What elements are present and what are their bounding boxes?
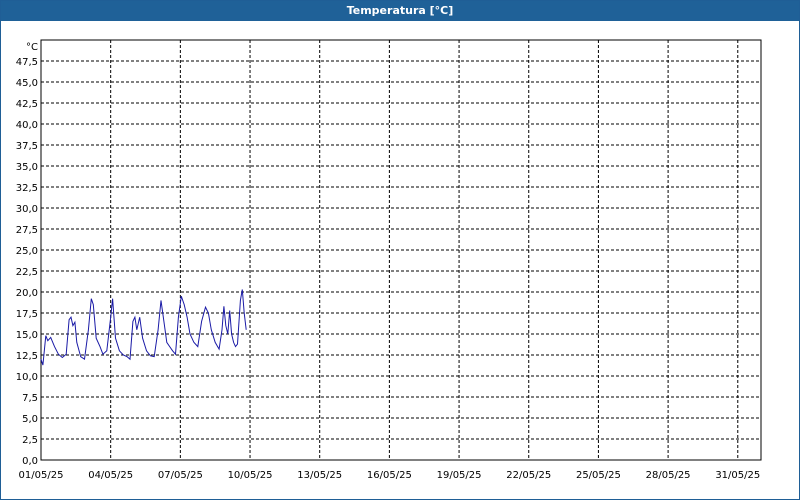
y-tick-label: 20,0 [16,288,38,299]
x-tick-label: 22/05/25 [506,470,551,481]
y-tick-label: 17,5 [16,309,38,320]
y-tick-label: 40,0 [16,120,38,131]
x-tick-label: 28/05/25 [646,470,691,481]
y-axis-unit-label: °C [26,42,38,53]
y-tick-label: 15,0 [16,330,38,341]
y-tick-label: 2,5 [22,435,38,446]
x-tick-labels: 01/05/25 04/05/25 07/05/25 10/05/25 13/05/25… [19,470,761,481]
grid-lines [41,40,761,460]
y-tick-label: 27,5 [16,225,38,236]
y-tick-label: 47,5 [16,57,38,68]
y-tick-label: 12,5 [16,351,38,362]
x-tick-label: 01/05/25 [19,470,64,481]
x-tick-label: 10/05/25 [228,470,273,481]
x-tick-label: 04/05/25 [88,470,133,481]
x-tick-label: 07/05/25 [158,470,203,481]
temperature-series-line [40,289,247,366]
y-tick-label: 0,0 [22,456,38,467]
y-tick-label: 32,5 [16,183,38,194]
chart-title: Temperatura [°C] [1,1,799,21]
y-tick-label: 7,5 [22,393,38,404]
chart-window: Temperatura [°C] 0,0 2,5 5,0 7,5 10,0 12,5 15,… [0,0,800,500]
y-tick-label: 30,0 [16,204,38,215]
x-tick-label: 16/05/25 [367,470,412,481]
y-tick-label: 45,0 [16,78,38,89]
temperature-chart: 0,0 2,5 5,0 7,5 10,0 12,5 15,0 17,5 20,0 22,5 25,0… [16,39,762,481]
y-tick-label: 5,0 [22,414,38,425]
y-tick-label: 35,0 [16,162,38,173]
x-tick-label: 31/05/25 [715,470,760,481]
y-tick-label: 22,5 [16,267,38,278]
x-tick-label: 25/05/25 [576,470,621,481]
x-tick-label: 19/05/25 [437,470,482,481]
x-tick-label: 13/05/25 [297,470,342,481]
y-tick-label: 37,5 [16,141,38,152]
y-tick-label: 25,0 [16,246,38,257]
y-tick-labels: 0,0 2,5 5,0 7,5 10,0 12,5 15,0 17,5 20,0 22,5 25,0… [16,57,38,467]
y-tick-label: 42,5 [16,99,38,110]
y-tick-label: 10,0 [16,372,38,383]
